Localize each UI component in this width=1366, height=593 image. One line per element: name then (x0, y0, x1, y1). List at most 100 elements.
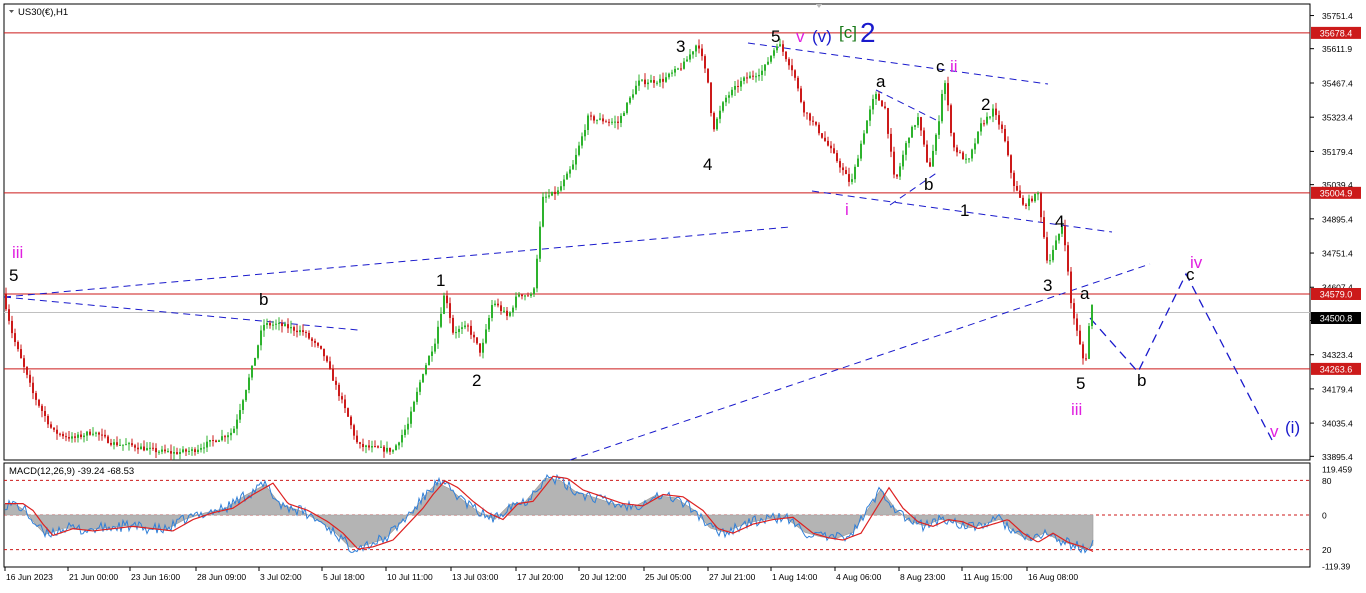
candle-body (329, 361, 331, 369)
candle-body (314, 340, 316, 343)
chart-canvas[interactable]: 35751.435611.935467.435323.435179.435039… (0, 0, 1366, 588)
candle-body (668, 73, 670, 78)
candle-body (1013, 172, 1015, 186)
wave-label: i (845, 200, 849, 219)
candle-body (1010, 155, 1012, 173)
candle-body (266, 323, 268, 325)
candle-body (650, 80, 652, 83)
candle-body (992, 108, 994, 117)
wave-label: iii (12, 243, 23, 262)
candle-body (11, 320, 13, 334)
candle-body (500, 305, 502, 312)
candle-body (107, 436, 109, 443)
candle-body (824, 137, 826, 141)
price-tick-label: 35323.4 (1322, 113, 1353, 123)
candle-body (1052, 249, 1054, 261)
candle-body (1070, 271, 1072, 304)
candle-body (1034, 193, 1036, 202)
candle-body (917, 117, 919, 126)
candle-body (491, 305, 493, 318)
candle-body (377, 446, 379, 448)
candle-body (731, 89, 733, 96)
candle-body (1001, 124, 1003, 129)
candle-body (767, 61, 769, 65)
candle-body (476, 337, 478, 344)
candle-body (440, 313, 442, 327)
candle-body (926, 144, 928, 163)
candle-body (122, 444, 124, 446)
candle-body (854, 166, 856, 180)
candle-body (551, 191, 553, 196)
candle-body (164, 449, 166, 452)
candle-body (353, 425, 355, 436)
candle-body (374, 446, 376, 448)
candle-body (233, 428, 235, 433)
candle-body (710, 82, 712, 114)
candle-body (587, 115, 589, 130)
candle-body (941, 93, 943, 122)
candle-body (545, 196, 547, 198)
candle-body (116, 442, 118, 446)
candle-body (935, 134, 937, 151)
candle-body (611, 121, 613, 123)
candle-body (134, 445, 136, 448)
candle-body (227, 435, 229, 438)
price-tick-label: 34035.4 (1322, 419, 1353, 429)
time-tick-label: 4 Aug 06:00 (836, 572, 882, 582)
candle-body (425, 365, 427, 375)
candle-body (203, 447, 205, 449)
wave-label: a (876, 72, 886, 91)
candle-body (293, 327, 295, 331)
time-tick-label: 27 Jul 21:00 (709, 572, 756, 582)
wave-label: c (936, 57, 945, 76)
candle-body (320, 345, 322, 349)
candle-body (656, 82, 658, 84)
current-price-label: 34500.8 (1320, 314, 1353, 324)
candle-body (218, 440, 220, 442)
candle-body (686, 59, 688, 62)
candle-body (182, 449, 184, 453)
time-tick-label: 16 Aug 08:00 (1028, 572, 1078, 582)
candle-body (437, 326, 439, 344)
candle-body (533, 288, 535, 295)
candle-body (785, 51, 787, 60)
candle-body (1019, 190, 1021, 198)
candle-body (539, 226, 541, 259)
candle-body (1085, 358, 1087, 360)
wave-label: 3 (676, 37, 685, 56)
candle-body (548, 195, 550, 197)
candle-body (683, 61, 685, 69)
wave-label: ii (950, 57, 958, 76)
candle-body (338, 384, 340, 397)
candle-body (284, 324, 286, 327)
candle-body (749, 75, 751, 79)
candle-body (575, 154, 577, 165)
candle-body (23, 358, 25, 367)
candle-body (356, 435, 358, 443)
chart-window[interactable]: 35751.4 35611.9 35467.4 35323.4 35179.4 35039… (0, 0, 1366, 588)
candle-body (554, 191, 556, 195)
candle-body (242, 400, 244, 411)
time-tick-label: 3 Jul 02:00 (260, 572, 302, 582)
candle-body (599, 118, 601, 120)
candle-body (386, 447, 388, 452)
candle-body (521, 294, 523, 297)
candle-body (968, 158, 970, 160)
candle-body (989, 116, 991, 118)
candle-body (974, 143, 976, 150)
candle-body (980, 123, 982, 132)
price-tick-label: 35611.9 (1322, 44, 1352, 54)
candle-body (953, 133, 955, 148)
candle-body (959, 152, 961, 154)
candle-body (194, 449, 196, 453)
candle-body (998, 115, 1000, 125)
candle-body (596, 119, 598, 121)
candle-body (1055, 240, 1057, 250)
candle-body (296, 330, 298, 333)
candle-body (98, 432, 100, 435)
candle-body (764, 64, 766, 71)
candle-body (278, 322, 280, 324)
candle-body (680, 68, 682, 70)
candle-body (494, 303, 496, 306)
candle-body (62, 433, 64, 437)
